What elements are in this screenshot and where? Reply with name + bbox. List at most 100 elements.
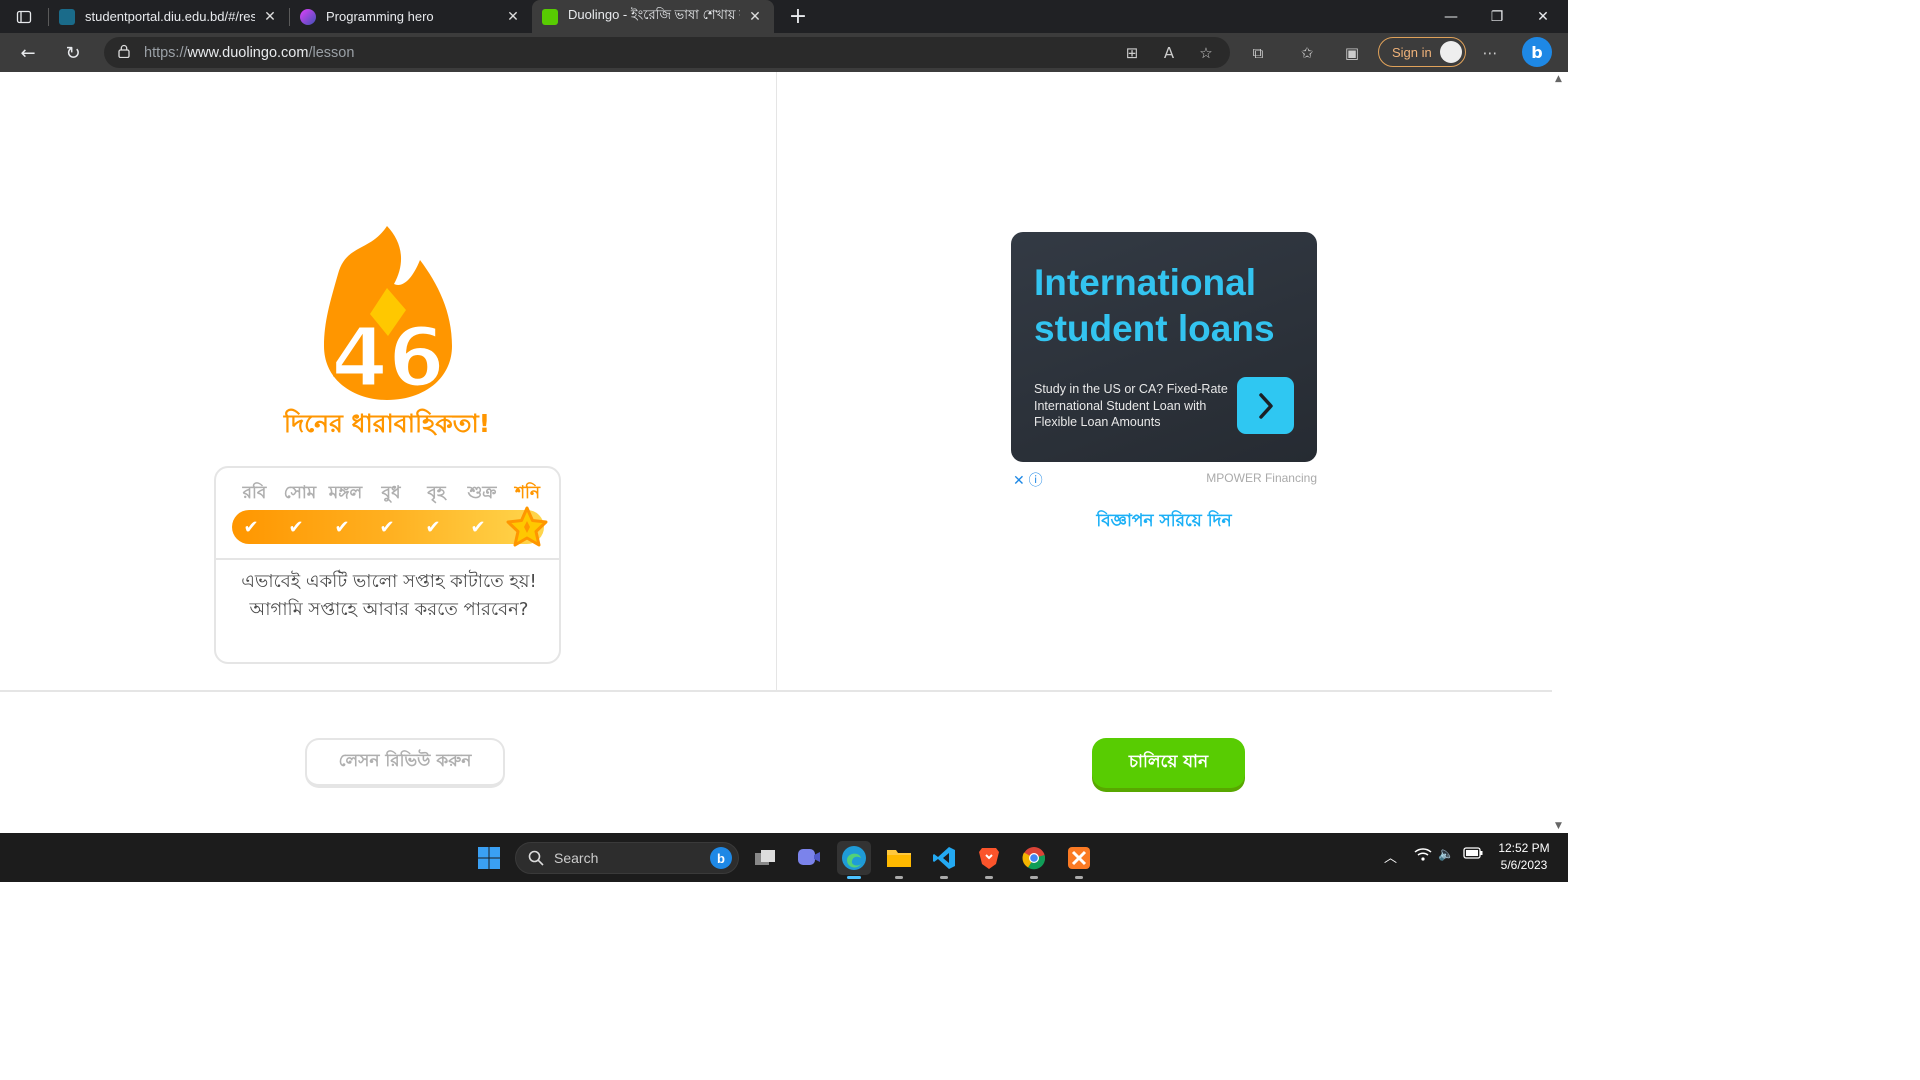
- page-scrollbar[interactable]: ▲ ▼: [1552, 72, 1568, 833]
- close-window-icon[interactable]: ✕: [1520, 0, 1566, 33]
- refresh-icon[interactable]: ↻: [55, 37, 91, 69]
- url-text: https://www.duolingo.com/lesson: [144, 44, 355, 61]
- close-tab-icon[interactable]: ✕: [261, 8, 279, 25]
- today-star-icon: [506, 506, 548, 547]
- streak-message: এভাবেই একটি ভালো সপ্তাহ কাটাতে হয়! আগাম…: [241, 571, 537, 620]
- check-icon: ✔: [379, 516, 395, 538]
- running-app-indicator: [1030, 876, 1038, 879]
- weekday-label: বৃহ: [427, 483, 446, 503]
- clock-date: 5/6/2023: [1500, 858, 1548, 872]
- duolingo-favicon-icon: [542, 8, 558, 25]
- browser-tab-bar: studentportal.diu.edu.bd/#/resul ✕ Progr…: [0, 0, 1568, 33]
- bing-chat-icon[interactable]: b: [1522, 37, 1552, 67]
- clock-time: 12:52 PM: [1498, 841, 1550, 855]
- remove-ads-link[interactable]: বিজ্ঞাপন সরিয়ে দিন: [1011, 508, 1317, 536]
- app-available-icon[interactable]: ⊞: [1114, 33, 1150, 72]
- read-aloud-icon[interactable]: A: [1151, 33, 1187, 72]
- weekday-label-today: শনি: [514, 483, 541, 503]
- tab-student-portal[interactable]: studentportal.diu.edu.bd/#/resul ✕: [49, 0, 289, 33]
- ad-sponsor[interactable]: MPOWER Financing: [1180, 471, 1317, 485]
- system-clock[interactable]: 12:52 PM 5/6/2023: [1488, 840, 1560, 874]
- active-app-indicator: [847, 876, 861, 879]
- running-app-indicator: [940, 876, 948, 879]
- new-tab-icon[interactable]: +: [780, 1, 816, 33]
- sign-in-label: Sign in: [1392, 44, 1432, 60]
- weekday-labels: রবি সোম মঙ্গল বুধ বৃহ শুক্র শনি: [232, 480, 550, 508]
- streak-flame-icon: 46: [324, 226, 452, 402]
- avatar: [1440, 41, 1462, 63]
- vscode-icon[interactable]: [927, 841, 961, 879]
- weekday-label: বুধ: [381, 483, 401, 503]
- streak-progress-track: ✔ ✔ ✔ ✔ ✔ ✔: [232, 510, 544, 544]
- diu-favicon-icon: [59, 8, 75, 25]
- ad-arrow-button[interactable]: [1237, 377, 1294, 434]
- ad-banner[interactable]: International student loans Study in the…: [1011, 232, 1317, 462]
- search-label: Search: [554, 850, 599, 866]
- brave-browser-icon[interactable]: [972, 841, 1006, 879]
- tab-title: studentportal.diu.edu.bd/#/resul: [85, 9, 255, 24]
- tab-title: Duolingo - ইংরেজি ভাষা শেখায় ফ্: [568, 7, 740, 22]
- address-bar[interactable]: https://www.duolingo.com/lesson: [104, 37, 1230, 68]
- weekday-label: মঙ্গল: [328, 483, 363, 503]
- lesson-complete-page: 46 দিনের ধারাবাহিকতা! রবি সোম মঙ্গল বুধ …: [0, 72, 1552, 833]
- check-icon: ✔: [288, 516, 304, 538]
- teams-chat-icon[interactable]: [792, 841, 826, 875]
- review-lesson-button[interactable]: লেসন রিভিউ করুন: [305, 738, 505, 788]
- bing-icon: b: [710, 847, 732, 869]
- restore-icon[interactable]: ❐: [1474, 0, 1520, 33]
- tab-actions-icon[interactable]: [0, 1, 48, 33]
- scroll-up-icon[interactable]: ▲: [1555, 74, 1562, 84]
- edge-browser-icon[interactable]: [837, 841, 871, 879]
- card-divider: [216, 558, 559, 560]
- ad-title: International student loans: [1034, 262, 1275, 349]
- running-app-indicator: [985, 876, 993, 879]
- more-menu-icon[interactable]: ⋯: [1472, 33, 1508, 72]
- weekday-label: রবি: [242, 483, 267, 503]
- streak-count: 46: [331, 311, 445, 402]
- tab-programming-hero[interactable]: Programming hero ✕: [290, 0, 532, 33]
- ad-body: Study in the US or CA? Fixed-Rate Intern…: [1034, 382, 1228, 429]
- add-favorite-icon[interactable]: ☆: [1188, 33, 1224, 72]
- file-explorer-icon[interactable]: [882, 841, 916, 879]
- tab-duolingo[interactable]: Duolingo - ইংরেজি ভাষা শেখায় ফ্ ✕: [532, 0, 774, 33]
- back-icon[interactable]: ←: [10, 37, 46, 69]
- footer-divider: [0, 690, 1552, 692]
- collections-icon[interactable]: ▣: [1334, 33, 1370, 72]
- minimize-icon[interactable]: —: [1428, 0, 1474, 33]
- close-tab-icon[interactable]: ✕: [746, 8, 764, 25]
- check-icon: ✔: [334, 516, 350, 538]
- weekday-label: শুক্র: [467, 483, 497, 503]
- chevron-right-icon: [1258, 392, 1273, 419]
- taskbar-search-input[interactable]: Search b: [515, 842, 739, 874]
- running-app-indicator: [1075, 876, 1083, 879]
- check-icon: ✔: [425, 516, 441, 538]
- weekly-streak-card: রবি সোম মঙ্গল বুধ বৃহ শুক্র শনি ✔ ✔ ✔ ✔ …: [214, 466, 561, 664]
- column-divider: [776, 72, 777, 691]
- chrome-browser-icon[interactable]: [1017, 841, 1051, 879]
- ad-close-info-icon[interactable]: ✕ ⓘ: [1013, 470, 1043, 490]
- streak-title: দিনের ধারাবাহিকতা!: [283, 409, 491, 438]
- tab-title: Programming hero: [326, 9, 434, 24]
- task-view-icon[interactable]: [748, 841, 782, 875]
- wifi-icon[interactable]: [1414, 847, 1432, 865]
- weekday-label: সোম: [283, 483, 317, 503]
- continue-button[interactable]: চালিয়ে যান: [1092, 738, 1245, 788]
- windows-taskbar: Search b ︿ 🔈 12:52 PM 5/6/2023: [0, 833, 1568, 882]
- windows-start-icon[interactable]: [472, 841, 506, 875]
- close-tab-icon[interactable]: ✕: [504, 8, 522, 25]
- xampp-icon[interactable]: [1062, 841, 1096, 879]
- lock-icon[interactable]: [104, 44, 144, 62]
- browser-toolbar: ← ↻ https://www.duolingo.com/lesson: [0, 33, 1568, 72]
- search-icon: [528, 850, 544, 866]
- scroll-down-icon[interactable]: ▼: [1555, 821, 1562, 831]
- favorites-icon[interactable]: ✩: [1289, 33, 1325, 72]
- check-icon: ✔: [470, 516, 486, 538]
- sign-in-button[interactable]: Sign in: [1378, 37, 1466, 67]
- extensions-icon[interactable]: ⧉: [1240, 33, 1276, 72]
- battery-icon[interactable]: [1463, 847, 1483, 863]
- check-icon: ✔: [243, 516, 259, 538]
- running-app-indicator: [895, 876, 903, 879]
- volume-icon[interactable]: 🔈: [1438, 847, 1454, 862]
- programming-hero-favicon-icon: [300, 8, 316, 25]
- show-hidden-icons-icon[interactable]: ︿: [1384, 847, 1397, 866]
